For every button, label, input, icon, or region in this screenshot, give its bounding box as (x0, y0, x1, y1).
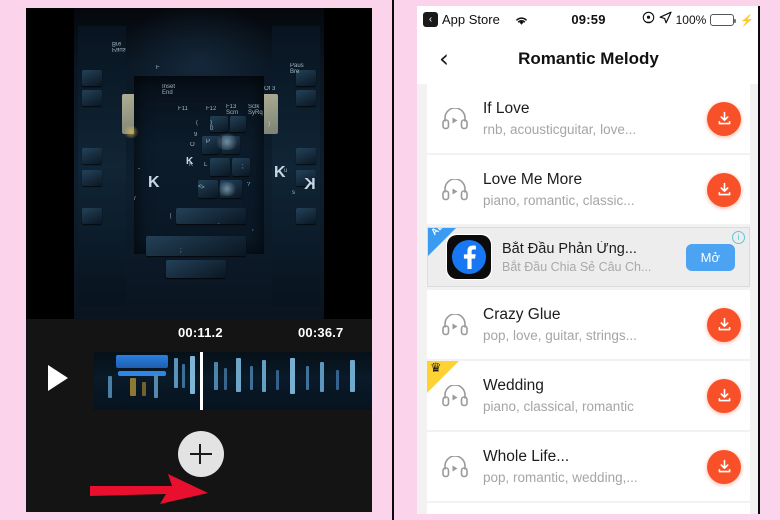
song-tags: rnb, acousticguitar, love... (483, 122, 637, 137)
download-button[interactable] (707, 307, 741, 342)
editor-bottom-toolbar (26, 417, 372, 512)
crown-icon: ♛ (430, 361, 442, 376)
list-item[interactable]: Crazy Glue pop, love, guitar, strings... (427, 290, 750, 359)
song-title: Crazy Glue (483, 306, 561, 323)
song-download-cell (698, 378, 750, 413)
headphones-play-icon (427, 384, 483, 407)
filmstrip[interactable] (94, 352, 372, 410)
ad-title: Bắt Đầu Phản Ứng... (502, 240, 637, 257)
facebook-icon (446, 234, 492, 280)
headphones-play-icon (427, 455, 483, 478)
song-download-cell (698, 449, 750, 484)
timeline-current-time: 00:11.2 (178, 325, 223, 340)
song-download-cell (698, 101, 750, 136)
download-icon (718, 111, 730, 125)
filmstrip-highlight (116, 355, 168, 368)
download-icon (718, 182, 730, 196)
list-item[interactable]: If Love rnb, acousticguitar, love... (427, 84, 750, 153)
song-text-block: Wedding piano, classical, romantic (483, 377, 698, 414)
phone-screenshot-panel: ‹ App Store 09:59 100% ⚡ ‹ Romantic Melo… (417, 6, 760, 514)
timecode-bar: 00:11.2 00:36.7 (26, 319, 372, 347)
charging-bolt-icon: ⚡ (740, 14, 754, 27)
battery-percent-label: 100% (675, 13, 707, 27)
song-list[interactable]: If Love rnb, acousticguitar, love... Lov… (417, 84, 758, 514)
alarm-icon (642, 11, 655, 29)
headphones-play-icon (427, 107, 483, 130)
ad-open-button[interactable]: Mở (685, 243, 735, 271)
status-bar: ‹ App Store 09:59 100% ⚡ (417, 6, 758, 34)
song-title: Wedding (483, 377, 544, 394)
video-preview[interactable]: Paus Bre Paus Bre F Inset End Of 3 F11 F12 … (26, 8, 372, 319)
song-tags: pop, love, guitar, strings... (483, 328, 637, 343)
download-button[interactable] (707, 378, 741, 413)
plus-icon (190, 453, 212, 455)
list-item[interactable]: ♛ Wedding piano, classical, romantic (427, 361, 750, 430)
download-icon (718, 317, 730, 331)
download-button[interactable] (707, 449, 741, 484)
download-button[interactable] (707, 101, 741, 136)
panel-divider (392, 0, 394, 520)
headphones-play-icon (427, 313, 483, 336)
keyboard-photo: Paus Bre Paus Bre F Inset End Of 3 F11 F12 … (26, 8, 372, 319)
video-editor-panel: Paus Bre Paus Bre F Inset End Of 3 F11 F12 … (26, 8, 372, 512)
ad-corner-label: AD (429, 227, 446, 238)
add-music-button[interactable] (178, 431, 224, 477)
song-download-cell (698, 172, 750, 207)
filmstrip-highlight-2 (118, 371, 166, 376)
status-bar-right-group: 100% ⚡ (642, 11, 754, 29)
download-icon (718, 459, 730, 473)
song-text-block: If Love rnb, acousticguitar, love... (483, 100, 698, 137)
headphones-play-icon (427, 178, 483, 201)
list-item[interactable]: Love Me More piano, romantic, classic... (427, 155, 750, 224)
timeline-playhead[interactable] (200, 352, 203, 410)
location-arrow-icon (659, 11, 672, 29)
song-text-block: Whole Life... pop, romantic, wedding,... (483, 448, 698, 485)
song-text-block: Crazy Glue pop, love, guitar, strings... (483, 306, 698, 343)
ad-text-block: Bắt Đầu Phản Ứng... Bắt Đầu Chia Sẻ Câu … (492, 241, 686, 274)
song-title: If Love (483, 100, 530, 117)
song-tags: pop, romantic, wedding,... (483, 470, 638, 485)
nav-bar: ‹ Romantic Melody (417, 34, 758, 84)
song-title: Love Me More (483, 171, 583, 188)
play-button[interactable] (48, 365, 68, 391)
song-download-cell (698, 307, 750, 342)
list-item[interactable]: Whole Life... pop, romantic, wedding,... (427, 432, 750, 501)
ad-subtitle: Bắt Đầu Chia Sẻ Câu Ch... (502, 259, 652, 274)
page-title: Romantic Melody (518, 49, 659, 68)
list-item[interactable]: First Sight (427, 503, 750, 514)
song-text-block: Love Me More piano, romantic, classic... (483, 171, 698, 208)
ad-banner[interactable]: AD Bắt Đầu Phản Ứng... Bắt Đầu Chia Sẻ C… (427, 227, 750, 287)
ad-info-icon[interactable]: i (732, 231, 745, 244)
song-title: Whole Life... (483, 448, 570, 465)
timeline-total-time: 00:36.7 (298, 325, 344, 340)
download-button[interactable] (707, 172, 741, 207)
download-icon (718, 388, 730, 402)
timeline-row (26, 347, 372, 417)
song-tags: piano, classical, romantic (483, 399, 634, 414)
song-tags: piano, romantic, classic... (483, 193, 635, 208)
battery-icon (710, 14, 737, 26)
